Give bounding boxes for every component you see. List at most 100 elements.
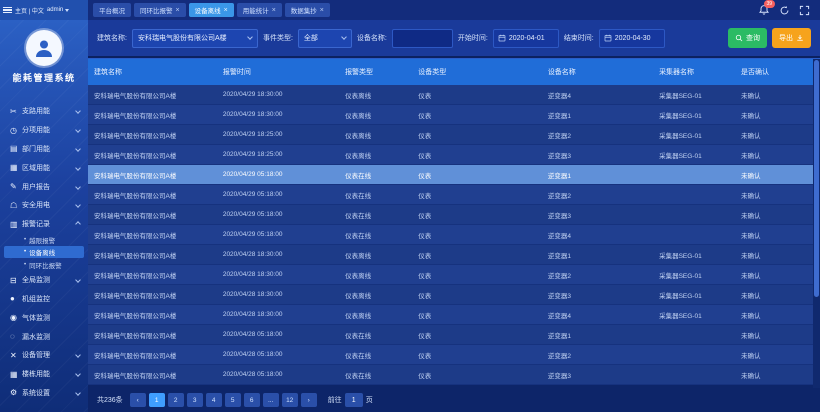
table-row[interactable]: 安科瑞电气股份有限公司A楼2020/04/28 05:18:00仪表在线仪表逆变… bbox=[88, 365, 820, 385]
fullscreen-icon[interactable] bbox=[799, 5, 810, 16]
page-ellipsis-button[interactable]: ... bbox=[263, 393, 279, 407]
topbar-left: 主页 | 中文 admin bbox=[0, 0, 88, 20]
refresh-icon[interactable] bbox=[779, 5, 790, 16]
sidebar-item-safe-power[interactable]: ☖安全用电 bbox=[0, 196, 88, 215]
table-row[interactable]: 安科瑞电气股份有限公司A楼2020/04/29 18:30:00仪表离线仪表逆变… bbox=[88, 85, 820, 105]
sidebar-item-subitem-energy[interactable]: ◷分项用能 bbox=[0, 121, 88, 140]
device-name-input[interactable] bbox=[392, 29, 453, 48]
prev-page-button[interactable]: ‹ bbox=[130, 393, 146, 407]
sidebar-item-gas-monitor[interactable]: ◉气体监测 bbox=[0, 308, 88, 327]
start-date-picker[interactable]: 2020-04-01 bbox=[493, 29, 559, 48]
table-cell: 未确认 bbox=[735, 210, 820, 220]
monitor-icon: ⊟ bbox=[10, 276, 22, 285]
scrollbar-thumb[interactable] bbox=[814, 60, 819, 297]
table-row[interactable]: 安科瑞电气股份有限公司A楼2020/04/29 18:25:00仪表离线仪表逆变… bbox=[88, 145, 820, 165]
tab-close-icon[interactable]: × bbox=[224, 7, 228, 14]
notification-bell-icon[interactable]: 39 bbox=[758, 4, 770, 16]
table-row[interactable]: 安科瑞电气股份有限公司A楼2020/04/28 18:30:00仪表离线仪表逆变… bbox=[88, 285, 820, 305]
chevron-down-icon bbox=[75, 184, 81, 190]
sidebar-item-device-mgmt[interactable]: ✕设备管理 bbox=[0, 346, 88, 365]
menu-item-label: 气体监测 bbox=[22, 313, 50, 323]
sidebar-subitem[interactable]: •设备离线 bbox=[4, 246, 84, 258]
goto-page-input[interactable]: 1 bbox=[345, 393, 363, 407]
table-row[interactable]: 安科瑞电气股份有限公司A楼2020/04/28 18:30:00仪表离线仪表逆变… bbox=[88, 305, 820, 325]
tab[interactable]: 数据集抄× bbox=[285, 3, 330, 17]
tab-close-icon[interactable]: × bbox=[320, 7, 324, 14]
home-language-link[interactable]: 主页 | 中文 bbox=[15, 6, 44, 15]
submenu-label: 越限报警 bbox=[29, 235, 55, 245]
menu-item-label: 报警记录 bbox=[22, 219, 50, 229]
sidebar-subitem[interactable]: •越限报警 bbox=[4, 234, 84, 246]
caret-down-icon bbox=[65, 9, 69, 12]
sidebar-item-building-energy[interactable]: ▦楼栋用能 bbox=[0, 365, 88, 384]
table-row[interactable]: 安科瑞电气股份有限公司A楼2020/04/28 18:30:00仪表离线仪表逆变… bbox=[88, 245, 820, 265]
sidebar-item-branch-energy[interactable]: ✂支路用能 bbox=[0, 102, 88, 121]
page-button[interactable]: 2 bbox=[168, 393, 184, 407]
user-avatar[interactable] bbox=[26, 30, 62, 66]
end-time-label: 结束时间: bbox=[564, 33, 594, 43]
table-cell: 仪表 bbox=[412, 130, 542, 140]
page-button[interactable]: 4 bbox=[206, 393, 222, 407]
end-date-picker[interactable]: 2020-04-30 bbox=[599, 29, 665, 48]
tab[interactable]: 同环比报警× bbox=[134, 3, 186, 17]
table-row[interactable]: 安科瑞电气股份有限公司A楼2020/04/28 05:18:00仪表在线仪表逆变… bbox=[88, 325, 820, 345]
sidebar-item-unit-monitor[interactable]: ●机组监控 bbox=[0, 290, 88, 309]
tab[interactable]: 平台概况 bbox=[93, 3, 131, 17]
table-cell: 仪表离线 bbox=[339, 150, 412, 160]
sidebar-item-department-energy[interactable]: ▤部门用能 bbox=[0, 140, 88, 159]
table-row[interactable]: 安科瑞电气股份有限公司A楼2020/04/29 05:18:00仪表在线仪表逆变… bbox=[88, 165, 820, 185]
table-cell: 2020/04/28 05:18:00 bbox=[217, 331, 339, 338]
table-cell: 2020/04/29 05:18:00 bbox=[217, 191, 339, 198]
table-row[interactable]: 安科瑞电气股份有限公司A楼2020/04/29 18:30:00仪表离线仪表逆变… bbox=[88, 105, 820, 125]
sidebar-subitem[interactable]: •同环比报警 bbox=[4, 258, 84, 270]
table-row[interactable]: 安科瑞电气股份有限公司A楼2020/04/28 18:30:00仪表离线仪表逆变… bbox=[88, 265, 820, 285]
tab[interactable]: 用能统计× bbox=[237, 3, 282, 17]
sidebar-item-leak-monitor[interactable]: ◌漏水监测 bbox=[0, 327, 88, 346]
column-header: 是否确认 bbox=[735, 67, 820, 77]
table-cell: 2020/04/29 18:25:00 bbox=[217, 131, 339, 138]
sidebar-item-global-monitor[interactable]: ⊟全局监测 bbox=[0, 271, 88, 290]
table-row[interactable]: 安科瑞电气股份有限公司A楼2020/04/29 05:18:00仪表在线仪表逆变… bbox=[88, 185, 820, 205]
user-menu[interactable]: admin bbox=[47, 7, 69, 13]
page-button[interactable]: 6 bbox=[244, 393, 260, 407]
event-type-select[interactable]: 全部 bbox=[298, 29, 352, 48]
table-cell: 仪表 bbox=[412, 210, 542, 220]
table-cell: 仪表 bbox=[412, 190, 542, 200]
menu-item-label: 部门用能 bbox=[22, 144, 50, 154]
page-button[interactable]: 1 bbox=[149, 393, 165, 407]
end-date-value: 2020-04-30 bbox=[615, 35, 651, 42]
tab-close-icon[interactable]: × bbox=[272, 7, 276, 14]
table-cell: 仪表离线 bbox=[339, 270, 412, 280]
table-row[interactable]: 安科瑞电气股份有限公司A楼2020/04/29 18:25:00仪表离线仪表逆变… bbox=[88, 125, 820, 145]
page-button[interactable]: 12 bbox=[282, 393, 298, 407]
hamburger-menu-icon[interactable] bbox=[3, 7, 12, 14]
scrollbar-track[interactable] bbox=[813, 59, 820, 388]
sidebar-item-area-energy[interactable]: ▦区域用能 bbox=[0, 158, 88, 177]
table-cell: 未确认 bbox=[735, 350, 820, 360]
search-button[interactable]: 查询 bbox=[728, 28, 767, 48]
export-button[interactable]: 导出 bbox=[772, 28, 811, 48]
sidebar-item-user-report[interactable]: ✎用户报告 bbox=[0, 177, 88, 196]
table-cell: 仪表 bbox=[412, 370, 542, 380]
sidebar-item-system-settings[interactable]: ⚙系统设置 bbox=[0, 384, 88, 403]
table-cell: 未确认 bbox=[735, 330, 820, 340]
table-cell: 仪表在线 bbox=[339, 230, 412, 240]
table-cell: 2020/04/28 18:30:00 bbox=[217, 251, 339, 258]
table-cell: 逆变器1 bbox=[542, 250, 653, 260]
table-cell: 仪表 bbox=[412, 150, 542, 160]
column-header: 采集器名称 bbox=[653, 67, 735, 77]
page-button[interactable]: 5 bbox=[225, 393, 241, 407]
building-select[interactable]: 安科瑞电气股份有限公司A楼 bbox=[132, 29, 258, 48]
tab-label: 数据集抄 bbox=[291, 5, 317, 15]
tab-close-icon[interactable]: × bbox=[176, 7, 180, 14]
shield-icon: ☖ bbox=[10, 201, 22, 210]
table-row[interactable]: 安科瑞电气股份有限公司A楼2020/04/29 05:18:00仪表在线仪表逆变… bbox=[88, 205, 820, 225]
page-button[interactable]: 3 bbox=[187, 393, 203, 407]
next-page-button[interactable]: › bbox=[301, 393, 317, 407]
menu-item-label: 楼栋用能 bbox=[22, 369, 50, 379]
sidebar-item-alarm-records[interactable]: ▥报警记录 bbox=[0, 215, 88, 234]
table-row[interactable]: 安科瑞电气股份有限公司A楼2020/04/29 05:18:00仪表在线仪表逆变… bbox=[88, 225, 820, 245]
tab[interactable]: 设备离线× bbox=[189, 3, 234, 17]
table-row[interactable]: 安科瑞电气股份有限公司A楼2020/04/28 05:18:00仪表在线仪表逆变… bbox=[88, 345, 820, 365]
table-cell: 逆变器3 bbox=[542, 290, 653, 300]
